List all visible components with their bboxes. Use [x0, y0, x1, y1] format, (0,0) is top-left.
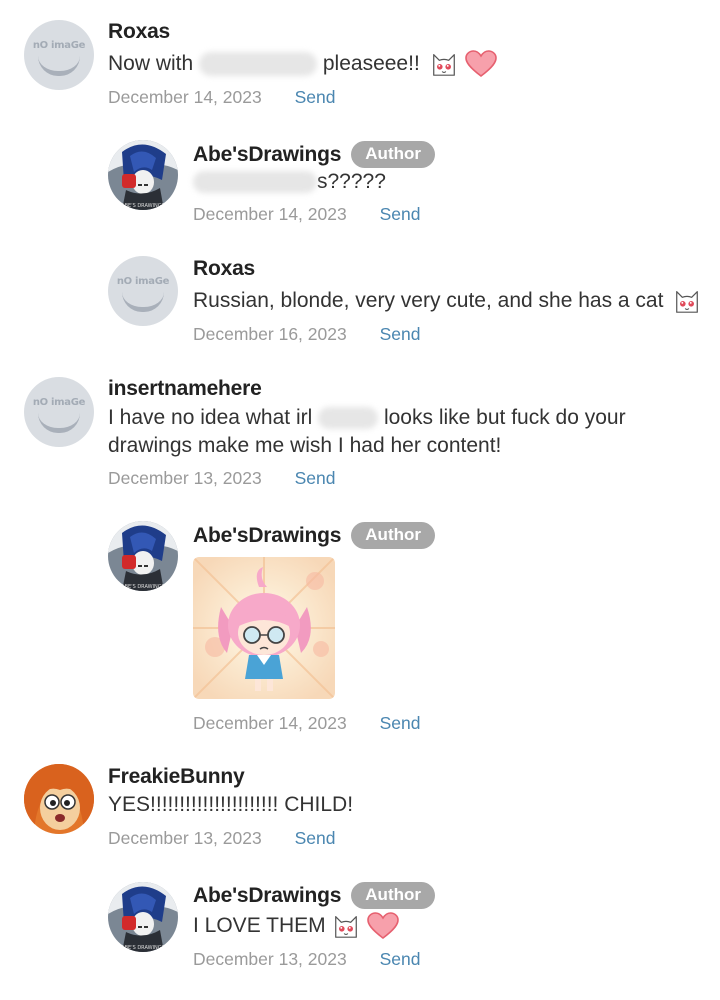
redacted-text [199, 52, 318, 77]
send-link[interactable]: Send [295, 828, 336, 848]
comment-meta: December 14, 2023 Send [108, 87, 335, 108]
avatar[interactable]: nO imaGe [24, 377, 94, 447]
commenter-name[interactable]: Roxas [108, 20, 170, 44]
comment-meta: December 14, 2023 Send [193, 204, 420, 225]
redacted-text [193, 171, 317, 194]
comment-date: December 13, 2023 [108, 468, 262, 488]
comment-date: December 14, 2023 [193, 713, 347, 733]
heart-icon [367, 912, 399, 940]
commenter-name[interactable]: Roxas [193, 257, 255, 281]
no-image-smile-icon [38, 413, 80, 433]
no-image-smile-icon [122, 292, 164, 312]
no-image-label: nO imaGe [32, 40, 86, 51]
send-link[interactable]: Send [380, 949, 421, 969]
no-image-label: nO imaGe [32, 397, 86, 408]
commenter-name[interactable]: FreakieBunny [108, 765, 245, 789]
reply-item: nO imaGe Roxas Russian, blonde, very ver… [0, 250, 720, 360]
comment-date: December 16, 2023 [193, 324, 347, 344]
author-badge: Author [351, 882, 435, 909]
avatar[interactable] [108, 521, 178, 591]
reply-item: Abe'sDrawings Author s????? December 14,… [0, 130, 720, 240]
comment-text: I LOVE THEM [193, 912, 399, 940]
comment-meta: December 13, 2023 Send [108, 468, 335, 489]
comment-item: FreakieBunny YES!!!!!!!!!!!!!!!!!!!!!! C… [0, 755, 720, 865]
cat-sticker-icon [673, 287, 701, 315]
commenter-name[interactable]: insertnamehere [108, 377, 262, 401]
avatar[interactable] [108, 140, 178, 210]
comment-item: nO imaGe Roxas Now with pleaseee!! Decem… [0, 0, 720, 120]
send-link[interactable]: Send [295, 87, 336, 107]
send-link[interactable]: Send [380, 324, 421, 344]
reply-item: Abe'sDrawings Author December 14, 2023 S… [0, 512, 720, 742]
commenter-name[interactable]: Abe'sDrawings [193, 884, 341, 908]
author-badge: Author [351, 141, 435, 168]
send-link[interactable]: Send [380, 713, 421, 733]
reply-item: Abe'sDrawings Author I LOVE THEM Decembe… [0, 872, 720, 982]
comment-text: Now with pleaseee!! [108, 50, 497, 78]
comment-item: nO imaGe insertnamehere I have no idea w… [0, 370, 720, 500]
comment-text: I have no idea what irl looks like but f… [108, 406, 626, 430]
no-image-label: nO imaGe [116, 276, 170, 287]
comment-meta: December 16, 2023 Send [193, 324, 420, 345]
redacted-text [318, 407, 379, 430]
no-image-smile-icon [38, 56, 80, 76]
comment-date: December 14, 2023 [193, 204, 347, 224]
comment-meta: December 14, 2023 Send [193, 713, 420, 734]
comment-date: December 14, 2023 [108, 87, 262, 107]
comment-meta: December 13, 2023 Send [108, 828, 335, 849]
comment-text: Russian, blonde, very very cute, and she… [193, 287, 701, 315]
cat-sticker-icon [332, 912, 360, 940]
commenter-name[interactable]: Abe'sDrawings [193, 143, 341, 167]
comment-date: December 13, 2023 [193, 949, 347, 969]
avatar[interactable] [108, 882, 178, 952]
send-link[interactable]: Send [295, 468, 336, 488]
anime-girl-sticker-image[interactable] [193, 557, 335, 699]
comment-text: YES!!!!!!!!!!!!!!!!!!!!!! CHILD! [108, 793, 354, 816]
heart-icon [465, 50, 497, 78]
comment-date: December 13, 2023 [108, 828, 262, 848]
comment-meta: December 13, 2023 Send [193, 949, 420, 970]
avatar[interactable]: nO imaGe [108, 256, 178, 326]
send-link[interactable]: Send [380, 204, 421, 224]
comment-text: s????? [193, 168, 386, 196]
commenter-name[interactable]: Abe'sDrawings [193, 524, 341, 548]
comment-text-line2: drawings make me wish I had her content! [108, 434, 502, 457]
avatar[interactable]: nO imaGe [24, 20, 94, 90]
author-badge: Author [351, 522, 435, 549]
comment-feed: nO imaGe Roxas Now with pleaseee!! Decem… [0, 0, 720, 1000]
cat-sticker-icon [430, 50, 458, 78]
avatar[interactable] [24, 764, 94, 834]
